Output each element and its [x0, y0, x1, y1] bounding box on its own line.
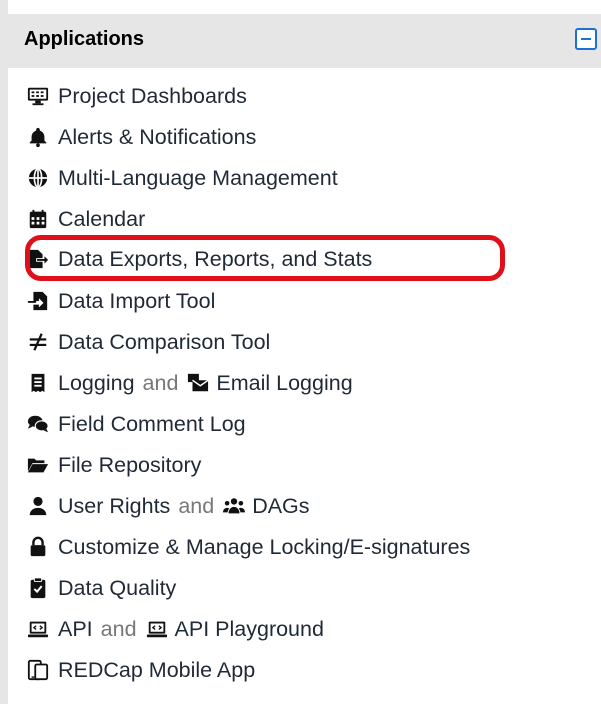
clipboard-check-icon: [26, 576, 50, 600]
menu-item-label: Field Comment Log: [58, 411, 246, 436]
laptop-code-icon: [145, 617, 169, 641]
menu-item-label: Customize & Manage Locking/E-signatures: [58, 534, 471, 559]
lock-icon: [26, 535, 50, 559]
menu-item-label: Multi-Language Management: [58, 165, 338, 190]
laptop-code-icon: [26, 617, 50, 641]
menu-item-label: Calendar: [58, 206, 146, 231]
menu-item-label: File Repository: [58, 452, 202, 477]
logging-link[interactable]: Logging: [58, 371, 135, 396]
menu-item-data-comparison[interactable]: Data Comparison Tool: [26, 324, 270, 360]
conjunction-text: and: [142, 370, 179, 395]
dags-link[interactable]: DAGs: [252, 494, 309, 519]
menu-item-data-quality[interactable]: Data Quality: [26, 570, 176, 606]
menu-item-label: Project Dashboards: [58, 83, 247, 108]
mail-bulk-icon: [186, 371, 210, 395]
users-icon: [222, 494, 246, 518]
menu-item-alerts-notifications[interactable]: Alerts & Notifications: [26, 119, 256, 155]
bell-icon: [26, 125, 50, 149]
menu-item-label: Data Quality: [58, 575, 177, 600]
api-link[interactable]: API: [58, 617, 93, 642]
panel-title: Applications: [24, 28, 145, 50]
menu-item-mobile-app[interactable]: REDCap Mobile App: [26, 652, 255, 688]
panel-header: Applications: [8, 14, 601, 68]
file-import-icon: [26, 289, 50, 313]
menu-item-label: Alerts & Notifications: [58, 124, 257, 149]
conjunction-text: and: [100, 616, 137, 641]
menu-item-logging: Logging and Email Logging: [26, 365, 353, 401]
api-playground-link[interactable]: API Playground: [175, 617, 324, 642]
user-icon: [26, 494, 50, 518]
email-logging-link[interactable]: Email Logging: [216, 371, 352, 396]
tablet-icon: [26, 658, 50, 682]
menu-item-project-dashboards[interactable]: Project Dashboards: [26, 78, 247, 114]
folder-open-icon: [26, 453, 50, 477]
applications-panel: Applications Project Dashboards Alerts &…: [8, 0, 601, 704]
dashboard-icon: [26, 84, 50, 108]
receipt-icon: [26, 371, 50, 395]
menu-item-data-import[interactable]: Data Import Tool: [26, 283, 215, 319]
user-rights-link[interactable]: User Rights: [58, 494, 170, 519]
menu-item-calendar[interactable]: Calendar: [26, 201, 145, 237]
menu-item-file-repository[interactable]: File Repository: [26, 447, 201, 483]
menu-item-api: API and API Playground: [26, 611, 324, 647]
menu-item-label: Data Import Tool: [58, 288, 216, 313]
menu-item-label: Data Comparison Tool: [58, 329, 271, 354]
menu-item-label: REDCap Mobile App: [58, 657, 256, 682]
menu-item-multi-language[interactable]: Multi-Language Management: [26, 160, 338, 196]
collapse-button[interactable]: [575, 28, 597, 50]
menu-item-field-comment-log[interactable]: Field Comment Log: [26, 406, 246, 442]
left-edge: [0, 0, 8, 704]
comments-icon: [26, 412, 50, 436]
conjunction-text: and: [178, 493, 215, 518]
menu-item-user-rights: User Rights and DAGs: [26, 488, 310, 524]
highlight-annotation: [25, 235, 505, 281]
not-equal-icon: [26, 330, 50, 354]
menu-item-locking[interactable]: Customize & Manage Locking/E-signatures: [26, 529, 470, 565]
globe-icon: [26, 166, 50, 190]
calendar-icon: [26, 207, 50, 231]
